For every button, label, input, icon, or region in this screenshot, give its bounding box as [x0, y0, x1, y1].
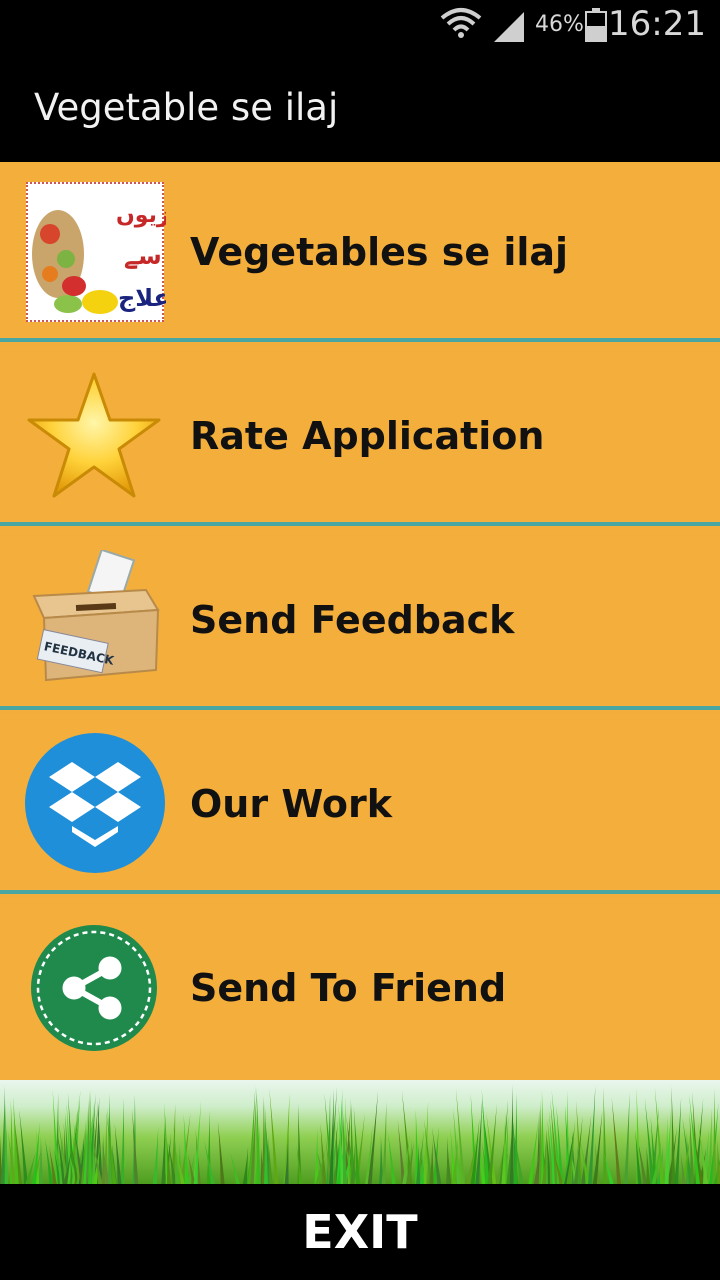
signal-icon — [494, 12, 524, 42]
clock: 16:21 — [608, 4, 706, 44]
logo-text-1: سبزیوں — [116, 203, 166, 228]
menu-item-our-work[interactable]: Our Work — [0, 714, 720, 894]
menu-list: سبزیوں سے علاج Vegetables se ilaj Rate A… — [0, 162, 720, 1080]
app-title: Vegetable se ilaj — [34, 86, 339, 129]
exit-label: EXIT — [302, 1205, 418, 1259]
menu-item-label: Our Work — [190, 782, 393, 826]
menu-item-rate-application[interactable]: Rate Application — [0, 346, 720, 526]
menu-item-vegetables[interactable]: سبزیوں سے علاج Vegetables se ilaj — [0, 162, 720, 342]
battery-icon — [585, 8, 607, 42]
star-icon — [26, 370, 162, 500]
logo-text-3: علاج — [118, 284, 166, 312]
feedback-box-icon: FEEDBACK — [28, 548, 162, 690]
menu-item-send-feedback[interactable]: FEEDBACK Send Feedback — [0, 530, 720, 710]
menu-item-label: Vegetables se ilaj — [190, 230, 569, 274]
menu-item-label: Send Feedback — [190, 598, 515, 642]
battery-percent: 46% — [535, 12, 584, 37]
vegetables-app-logo-icon: سبزیوں سے علاج — [26, 182, 201, 322]
grass-decoration — [0, 1080, 720, 1184]
exit-button[interactable]: EXIT — [0, 1184, 720, 1280]
menu-item-label: Rate Application — [190, 414, 545, 458]
dropbox-icon — [24, 732, 166, 874]
menu-item-label: Send To Friend — [190, 966, 507, 1010]
share-icon — [30, 924, 158, 1052]
app-bar: Vegetable se ilaj — [0, 50, 720, 162]
status-bar: 46% 16:21 — [0, 0, 720, 50]
menu-item-send-to-friend[interactable]: Send To Friend — [0, 898, 720, 1080]
wifi-icon — [440, 8, 482, 38]
logo-text-2: سے — [124, 242, 162, 270]
